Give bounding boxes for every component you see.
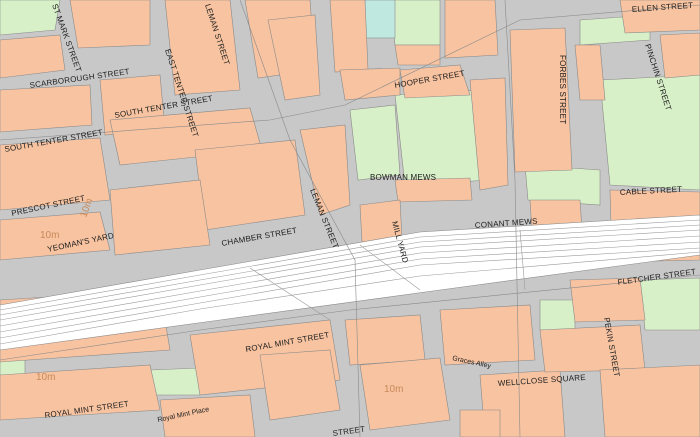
contour-label: 10m — [40, 230, 59, 241]
water-block — [364, 0, 396, 39]
map-canvas: 10m 10m 10m 10m ST MARK STREET LEMAN STR… — [0, 0, 700, 437]
street-label: FORBES STREET — [558, 55, 567, 124]
contour-label: 10m — [36, 372, 55, 383]
contour-label: 10m — [384, 384, 403, 395]
map-view[interactable]: 10m 10m 10m 10m ST MARK STREET LEMAN STR… — [0, 0, 700, 437]
street-label: BOWMAN MEWS — [370, 173, 436, 182]
